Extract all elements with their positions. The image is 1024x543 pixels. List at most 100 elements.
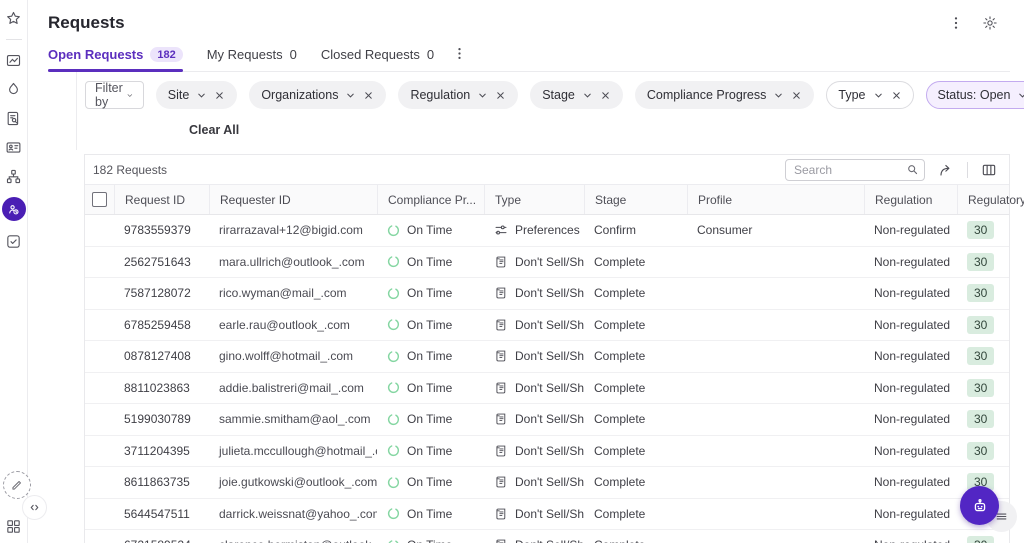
type-cell: Don't Sell/Share [484, 436, 584, 467]
filter-chip-site[interactable]: Site [156, 81, 238, 109]
compliance-progress-cell: On Time [377, 373, 484, 404]
table-row[interactable]: 8811023863addie.balistreri@mail_.comOn T… [85, 373, 1009, 405]
tab-closed-requests[interactable]: Closed Requests0 [321, 42, 434, 71]
row-checkbox-slot [85, 310, 114, 341]
table-row[interactable]: 6785259458earle.rau@outlook_.comOn TimeD… [85, 310, 1009, 342]
filter-chip-regulation[interactable]: Regulation [398, 81, 518, 109]
request-id-cell[interactable]: 7587128072 [114, 278, 209, 309]
compliance-progress-cell: On Time [377, 341, 484, 372]
column-header-regulatory-p[interactable]: Regulatory P... [957, 185, 1024, 214]
close-icon[interactable] [600, 90, 611, 101]
task-checkbox-icon[interactable] [5, 233, 22, 250]
hierarchy-icon[interactable] [5, 168, 22, 185]
filter-by-select[interactable]: Filter by [85, 81, 144, 109]
filter-chip-type[interactable]: Type [826, 81, 913, 109]
request-id-cell[interactable]: 2562751643 [114, 247, 209, 278]
filter-chip-compliance-progress[interactable]: Compliance Progress [635, 81, 815, 109]
id-card-icon[interactable] [5, 139, 22, 156]
regulatory-period-cell: 30 [957, 341, 1024, 372]
column-header-requester-id[interactable]: Requester ID [209, 185, 377, 214]
request-id-cell[interactable]: 6721589524 [114, 530, 209, 543]
manage-columns-icon[interactable] [981, 162, 997, 178]
settings-gear-icon[interactable] [982, 15, 998, 31]
kebab-menu-icon[interactable] [948, 15, 964, 31]
chip-label: Site [168, 88, 190, 102]
flame-icon[interactable] [5, 81, 22, 98]
regulation-cell: Non-regulated [864, 530, 957, 543]
column-header-stage[interactable]: Stage [584, 185, 687, 214]
table-row[interactable]: 3711204395julieta.mccullough@hotmail_.co… [85, 436, 1009, 468]
tab-open-requests[interactable]: Open Requests182 [48, 42, 183, 71]
apps-grid-icon[interactable] [5, 518, 22, 535]
assistant-fab-button[interactable] [960, 486, 999, 525]
row-checkbox-slot [85, 499, 114, 530]
filter-chip-stage[interactable]: Stage [530, 81, 623, 109]
column-header-profile[interactable]: Profile [687, 185, 864, 214]
chevron-down-icon[interactable] [1017, 90, 1024, 101]
type-cell: Don't Sell/Share [484, 278, 584, 309]
sidebar-item-requests-active[interactable] [2, 197, 26, 221]
table-row[interactable]: 0878127408gino.wolff@hotmail_.comOn Time… [85, 341, 1009, 373]
chevron-down-icon[interactable] [582, 90, 593, 101]
document-search-icon[interactable] [5, 110, 22, 127]
request-id-cell[interactable]: 8811023863 [114, 373, 209, 404]
table-toolbar: 182 Requests [85, 155, 1009, 184]
request-id-cell[interactable]: 5644547511 [114, 499, 209, 530]
table-row[interactable]: 8611863735joie.gutkowski@outlook_.comOn … [85, 467, 1009, 499]
table-row[interactable]: 9783559379rirarrazaval+12@bigid.comOn Ti… [85, 215, 1009, 247]
filter-chip-organizations[interactable]: Organizations [249, 81, 386, 109]
scroll-icon [494, 507, 508, 521]
toolbar-divider [967, 162, 968, 178]
table-row[interactable]: 7587128072rico.wyman@mail_.comOn TimeDon… [85, 278, 1009, 310]
close-icon[interactable] [495, 90, 506, 101]
search-input[interactable] [785, 159, 925, 181]
type-cell: Don't Sell/Share [484, 530, 584, 543]
table-row[interactable]: 2562751643mara.ullrich@outlook_.comOn Ti… [85, 247, 1009, 279]
type-cell: Don't Sell/Share [484, 467, 584, 498]
request-id-cell[interactable]: 3711204395 [114, 436, 209, 467]
regulation-cell: Non-regulated [864, 310, 957, 341]
robot-icon [970, 496, 990, 516]
request-id-cell[interactable]: 6785259458 [114, 310, 209, 341]
compliance-progress-cell: On Time [377, 278, 484, 309]
regulatory-period-cell: 30 [957, 530, 1024, 543]
chart-image-icon[interactable] [5, 52, 22, 69]
close-icon[interactable] [214, 90, 225, 101]
regulatory-period-badge: 30 [967, 284, 994, 302]
column-header-type[interactable]: Type [484, 185, 584, 214]
regulation-cell: Non-regulated [864, 341, 957, 372]
chevron-down-icon[interactable] [345, 90, 356, 101]
request-id-cell[interactable]: 9783559379 [114, 215, 209, 246]
requests-user-clock-icon [6, 202, 21, 217]
close-icon[interactable] [363, 90, 374, 101]
annotation-pencil-button[interactable] [3, 471, 31, 499]
select-all-checkbox[interactable] [92, 192, 107, 207]
row-checkbox-slot [85, 436, 114, 467]
export-icon[interactable] [938, 162, 954, 178]
close-icon[interactable] [791, 90, 802, 101]
table-row[interactable]: 6721589524clarence.hermiston@outlook_.co… [85, 530, 1009, 543]
tab-my-requests[interactable]: My Requests0 [207, 42, 297, 71]
column-header-regulation[interactable]: Regulation [864, 185, 957, 214]
request-id-cell[interactable]: 8611863735 [114, 467, 209, 498]
table-row[interactable]: 5199030789sammie.smitham@aol_.comOn Time… [85, 404, 1009, 436]
type-cell: Don't Sell/Share [484, 341, 584, 372]
chevron-down-icon[interactable] [773, 90, 784, 101]
column-header-request-id[interactable]: Request ID [114, 185, 209, 214]
request-id-cell[interactable]: 0878127408 [114, 341, 209, 372]
profile-cell [687, 499, 864, 530]
chevron-down-icon[interactable] [196, 90, 207, 101]
request-id-cell[interactable]: 5199030789 [114, 404, 209, 435]
clear-all-button[interactable]: Clear All [183, 122, 245, 138]
chip-label: Regulation [410, 88, 470, 102]
star-icon[interactable] [5, 10, 22, 27]
filter-chip-status-open[interactable]: Status: Open [926, 81, 1024, 109]
tab-overflow-kebab-icon[interactable] [452, 46, 467, 61]
chevron-down-icon[interactable] [873, 90, 884, 101]
column-header-compliance-pr[interactable]: Compliance Pr... [377, 185, 484, 214]
chevron-down-icon [126, 90, 134, 101]
sidebar-collapse-handle[interactable] [22, 495, 47, 520]
table-row[interactable]: 5644547511darrick.weissnat@yahoo_.comOn … [85, 499, 1009, 531]
close-icon[interactable] [891, 90, 902, 101]
chevron-down-icon[interactable] [477, 90, 488, 101]
